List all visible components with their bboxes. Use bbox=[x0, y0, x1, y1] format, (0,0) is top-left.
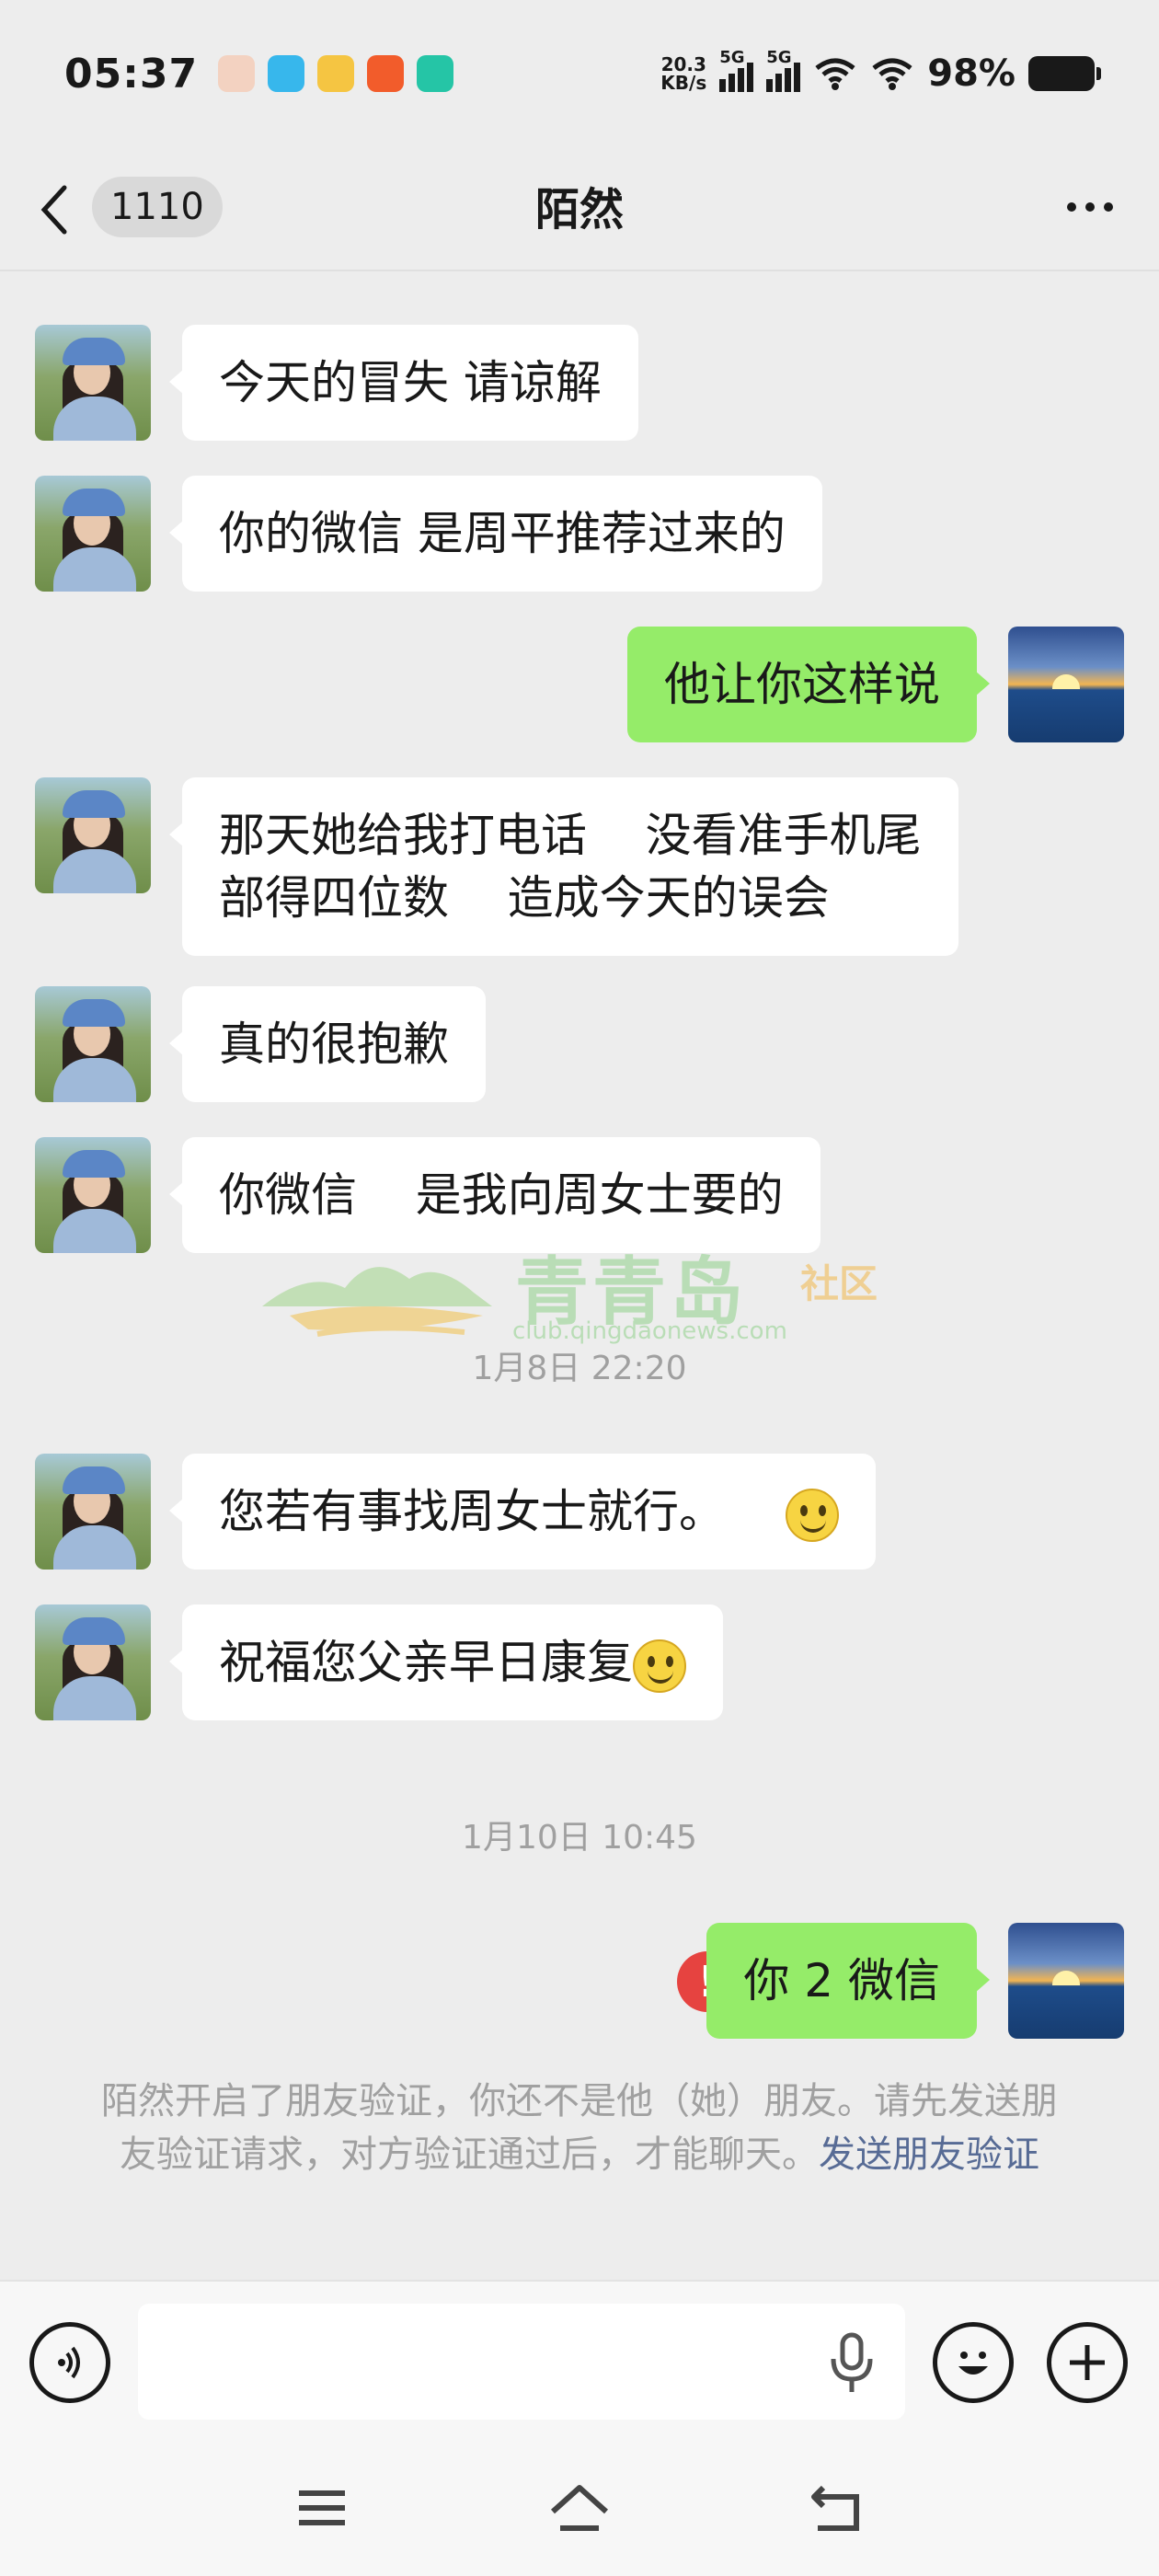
signal-1-icon: 5G bbox=[719, 48, 754, 92]
status-time: 05:37 bbox=[64, 50, 199, 98]
battery-percent: 98% bbox=[927, 52, 1016, 95]
friend-verification-notice: 陌然开启了朋友验证，你还不是他（她）朋友。请先发送朋友验证请求，对方验证通过后，… bbox=[101, 2080, 1058, 2176]
message-bubble[interactable]: 你的微信 是周平推荐过来的 bbox=[169, 476, 822, 592]
message-bubble[interactable]: 祝福您父亲早日康复 bbox=[169, 1604, 723, 1720]
contact-avatar[interactable] bbox=[35, 1604, 151, 1720]
shopping-app-icon bbox=[367, 55, 405, 92]
message-bubble[interactable]: 真的很抱歉 bbox=[169, 986, 486, 1102]
contact-avatar[interactable] bbox=[35, 1137, 151, 1253]
plus-icon bbox=[1070, 2345, 1105, 2380]
system-navigation-bar bbox=[0, 2440, 1159, 2576]
send-verification-link[interactable]: 发送朋友验证 bbox=[819, 2133, 1039, 2176]
chat-header: 1110 陌然 bbox=[0, 147, 1159, 271]
health-app-icon bbox=[417, 55, 454, 92]
dot-icon bbox=[1067, 202, 1076, 212]
menu-icon[interactable] bbox=[290, 2480, 354, 2536]
timestamp: 1月8日 22:20 bbox=[472, 1350, 687, 1387]
signal-2-icon: 5G bbox=[766, 48, 801, 92]
status-right: 20.3 KB/s 5G 5G 98% bbox=[660, 48, 1101, 95]
wifi-icon bbox=[872, 58, 912, 90]
my-avatar[interactable] bbox=[1008, 1923, 1124, 2039]
back-nav-icon[interactable] bbox=[805, 2480, 869, 2536]
message-input[interactable] bbox=[138, 2304, 905, 2420]
message-bubble[interactable]: 你 2 微信 bbox=[706, 1923, 990, 2039]
status-bar: 05:37 20.3 KB/s 5G 5G 98% bbox=[0, 0, 1159, 147]
watermark-logo bbox=[262, 1267, 492, 1337]
contact-avatar[interactable] bbox=[35, 986, 151, 1102]
message-bubble[interactable]: 他让你这样说 bbox=[627, 627, 990, 742]
smiley-icon bbox=[958, 2352, 988, 2375]
watermark: 青青岛 社区 club.qingdaonews.com bbox=[253, 1233, 915, 1352]
voice-toggle-button[interactable] bbox=[29, 2322, 110, 2403]
more-options-button[interactable] bbox=[1067, 202, 1113, 212]
dot-icon bbox=[1085, 202, 1095, 212]
chat-title: 陌然 bbox=[534, 184, 624, 236]
notification-icons bbox=[218, 55, 454, 92]
contact-avatar[interactable] bbox=[35, 476, 151, 592]
more-functions-button[interactable] bbox=[1047, 2322, 1128, 2403]
timestamp: 1月10日 10:45 bbox=[462, 1819, 697, 1857]
network-speed: 20.3 KB/s bbox=[660, 53, 707, 94]
my-avatar[interactable] bbox=[1008, 627, 1124, 742]
home-icon[interactable] bbox=[547, 2480, 612, 2536]
chat-app-icon bbox=[268, 55, 305, 92]
contact-avatar[interactable] bbox=[35, 777, 151, 893]
contact-avatar[interactable] bbox=[35, 325, 151, 441]
message-bubble[interactable]: 今天的冒失 请谅解 bbox=[169, 325, 638, 441]
message-bubble[interactable]: 您若有事找周女士就行。 bbox=[169, 1454, 876, 1570]
dot-icon bbox=[1104, 202, 1113, 212]
microphone-icon[interactable] bbox=[826, 2331, 878, 2396]
battery-icon bbox=[1028, 56, 1101, 91]
avatar-app-icon bbox=[218, 55, 256, 92]
input-bar bbox=[0, 2280, 1159, 2440]
smile-emoji-icon bbox=[633, 1639, 686, 1693]
emoji-button[interactable] bbox=[933, 2322, 1014, 2403]
smile-emoji-icon bbox=[785, 1488, 839, 1542]
message-bubble[interactable]: 那天她给我打电话 没看准手机尾 部得四位数 造成今天的误会 bbox=[169, 777, 958, 956]
contact-avatar[interactable] bbox=[35, 1454, 151, 1570]
voice-icon bbox=[58, 2346, 80, 2379]
food-app-icon bbox=[317, 55, 355, 92]
wifi-calling-icon bbox=[815, 58, 855, 90]
